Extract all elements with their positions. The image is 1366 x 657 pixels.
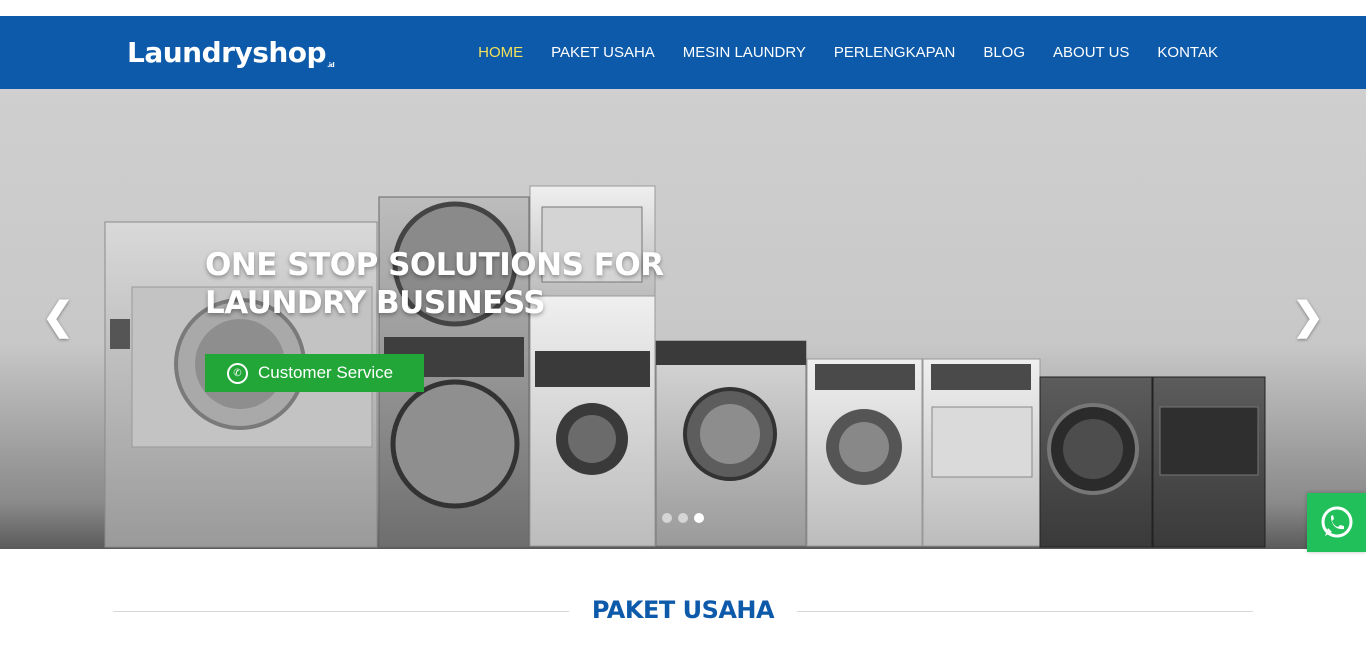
customer-service-label: Customer Service bbox=[258, 363, 394, 382]
nav-item-kontak[interactable]: KONTAK bbox=[1157, 44, 1218, 61]
floating-whatsapp-button[interactable] bbox=[1307, 493, 1366, 552]
hero-title-line1: ONE STOP SOLUTIONS FOR bbox=[205, 247, 664, 283]
hero-title-line2: LAUNDRY BUSINESS bbox=[205, 285, 546, 321]
section-header: PAKET USAHA bbox=[113, 596, 1253, 626]
carousel-prev-chevron-left-icon[interactable]: ❮ bbox=[42, 294, 74, 339]
section-title: PAKET USAHA bbox=[591, 596, 775, 624]
nav-item-paket-usaha[interactable]: PAKET USAHA bbox=[551, 44, 655, 61]
logo-suffix: .id bbox=[327, 62, 335, 69]
whatsapp-icon bbox=[1321, 506, 1352, 537]
hero-title: ONE STOP SOLUTIONS FOR LAUNDRY BUSINESS bbox=[205, 246, 664, 322]
nav-item-perlengkapan[interactable]: PERLENGKAPAN bbox=[834, 44, 955, 61]
main-nav: HOME PAKET USAHA MESIN LAUNDRY PERLENGKA… bbox=[450, 44, 1218, 61]
carousel-dot-3[interactable] bbox=[694, 513, 704, 523]
logo-text: Laundryshop bbox=[127, 36, 327, 69]
carousel-dot-1[interactable] bbox=[662, 513, 672, 523]
customer-service-button[interactable]: ✆ Customer Service bbox=[205, 354, 424, 392]
nav-item-blog[interactable]: BLOG bbox=[983, 44, 1025, 61]
site-logo[interactable]: Laundryshop.id bbox=[127, 36, 335, 69]
whatsapp-icon: ✆ bbox=[227, 362, 248, 384]
carousel-dot-2[interactable] bbox=[678, 513, 688, 523]
nav-item-about-us[interactable]: ABOUT US bbox=[1053, 44, 1129, 61]
carousel-next-chevron-right-icon[interactable]: ❯ bbox=[1292, 294, 1324, 339]
nav-item-mesin-laundry[interactable]: MESIN LAUNDRY bbox=[683, 44, 806, 61]
nav-item-home[interactable]: HOME bbox=[478, 44, 523, 61]
navbar: Laundryshop.id HOME PAKET USAHA MESIN LA… bbox=[0, 16, 1366, 89]
top-strip bbox=[0, 0, 1366, 16]
carousel-indicators bbox=[662, 513, 704, 523]
hero-carousel: ONE STOP SOLUTIONS FOR LAUNDRY BUSINESS … bbox=[0, 89, 1366, 549]
